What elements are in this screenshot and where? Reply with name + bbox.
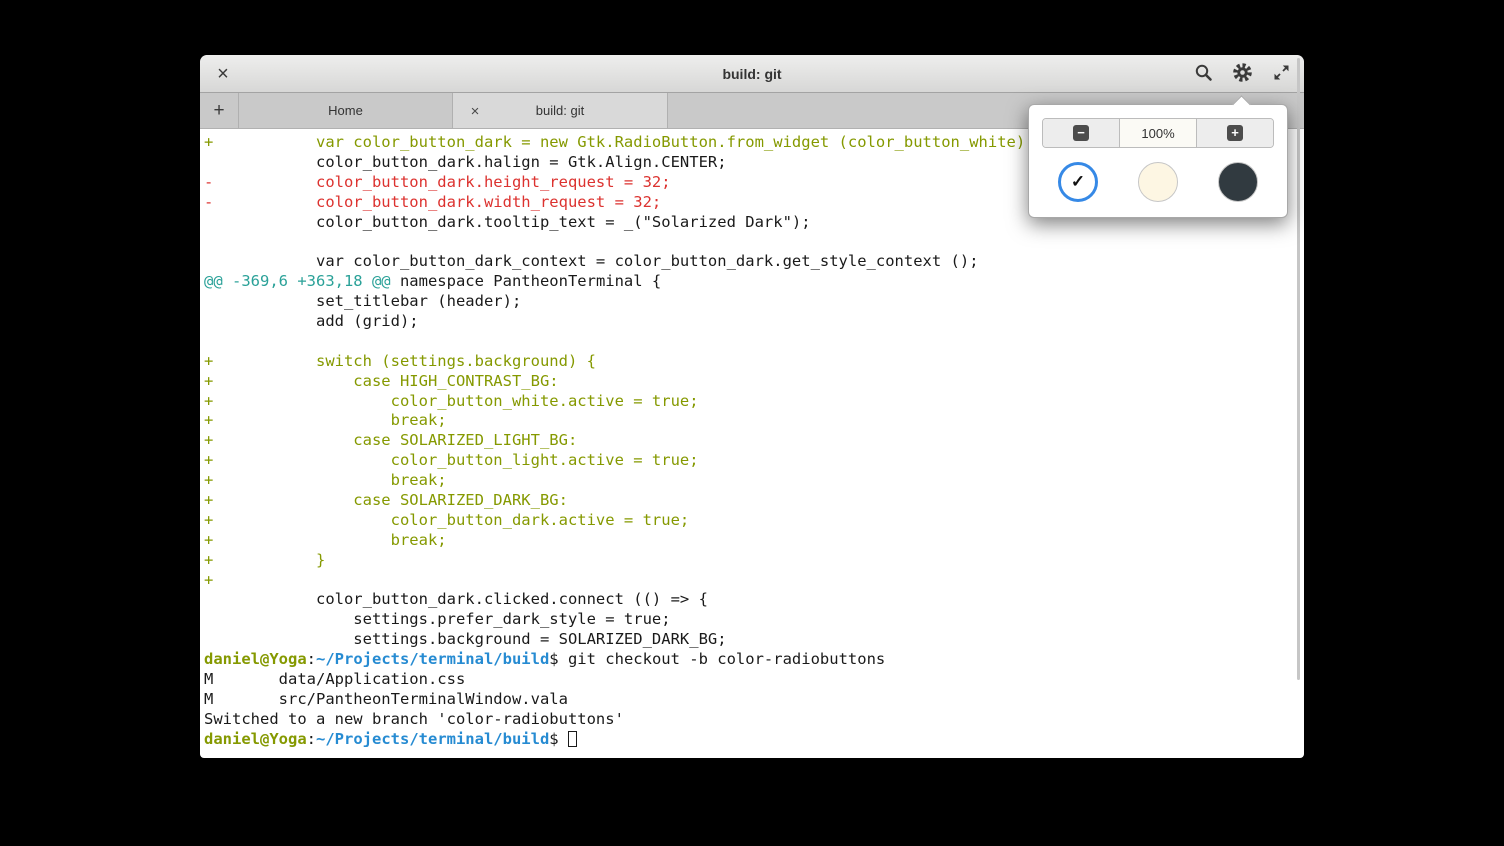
tab-build-git-label: build: git	[536, 103, 584, 118]
terminal-line: + color_button_dark.active = true;	[204, 511, 1304, 531]
terminal-line: + switch (settings.background) {	[204, 352, 1304, 372]
terminal-line: + break;	[204, 411, 1304, 431]
terminal-line: add (grid);	[204, 312, 1304, 332]
terminal-line: set_titlebar (header);	[204, 292, 1304, 312]
settings-popover: − 100% + ✓	[1028, 104, 1288, 218]
terminal-line: + case HIGH_CONTRAST_BG:	[204, 372, 1304, 392]
terminal-line: Switched to a new branch 'color-radiobut…	[204, 710, 1304, 730]
titlebar-actions	[1190, 55, 1294, 93]
terminal-scrollbar[interactable]	[1297, 58, 1300, 680]
terminal-line	[204, 332, 1304, 352]
terminal-line: color_button_dark.clicked.connect (() =>…	[204, 590, 1304, 610]
tab-home[interactable]: Home	[238, 93, 453, 128]
terminal-line: + break;	[204, 531, 1304, 551]
terminal-line: + case SOLARIZED_LIGHT_BG:	[204, 431, 1304, 451]
terminal-cursor	[568, 731, 577, 747]
terminal-line: @@ -369,6 +363,18 @@ namespace PantheonT…	[204, 272, 1304, 292]
terminal-line: settings.background = SOLARIZED_DARK_BG;	[204, 630, 1304, 650]
plus-icon: +	[1227, 125, 1243, 141]
titlebar: × build: git	[200, 55, 1304, 93]
terminal-line: daniel@Yoga:~/Projects/terminal/build$ g…	[204, 650, 1304, 670]
zoom-control: − 100% +	[1042, 118, 1274, 148]
terminal-line: M data/Application.css	[204, 670, 1304, 690]
zoom-out-button[interactable]: −	[1043, 119, 1119, 147]
theme-solarized-light-button[interactable]	[1138, 162, 1178, 202]
terminal-line: + color_button_light.active = true;	[204, 451, 1304, 471]
new-tab-button[interactable]: +	[200, 93, 238, 128]
minus-icon: −	[1073, 125, 1089, 141]
terminal-line	[204, 232, 1304, 252]
terminal-line: + break;	[204, 471, 1304, 491]
search-button[interactable]	[1190, 61, 1216, 87]
terminal-line: + case SOLARIZED_DARK_BG:	[204, 491, 1304, 511]
terminal-line: settings.prefer_dark_style = true;	[204, 610, 1304, 630]
terminal-line: + }	[204, 551, 1304, 571]
theme-picker: ✓	[1042, 162, 1274, 202]
terminal-line: M src/PantheonTerminalWindow.vala	[204, 690, 1304, 710]
gear-icon	[1232, 62, 1253, 86]
theme-high-contrast-button[interactable]: ✓	[1058, 162, 1098, 202]
theme-solarized-dark-button[interactable]	[1218, 162, 1258, 202]
window-close-button[interactable]: ×	[208, 55, 238, 93]
terminal-line: + color_button_white.active = true;	[204, 392, 1304, 412]
fullscreen-button[interactable]	[1268, 61, 1294, 87]
terminal-output[interactable]: + var color_button_dark = new Gtk.RadioB…	[200, 129, 1304, 757]
expand-arrows-icon	[1272, 63, 1291, 85]
terminal-line: daniel@Yoga:~/Projects/terminal/build$	[204, 730, 1304, 750]
tab-build-git[interactable]: × build: git	[453, 93, 668, 128]
settings-gear-button[interactable]	[1229, 61, 1255, 87]
zoom-level: 100%	[1119, 119, 1197, 147]
zoom-in-button[interactable]: +	[1197, 119, 1273, 147]
window-title: build: git	[200, 66, 1304, 82]
terminal-line: +	[204, 571, 1304, 591]
desktop-background: × build: git	[0, 0, 1504, 846]
terminal-line: var color_button_dark_context = color_bu…	[204, 252, 1304, 272]
check-icon: ✓	[1071, 172, 1085, 192]
tab-close-button[interactable]: ×	[465, 93, 485, 129]
search-icon	[1194, 63, 1213, 85]
tab-home-label: Home	[328, 103, 363, 118]
